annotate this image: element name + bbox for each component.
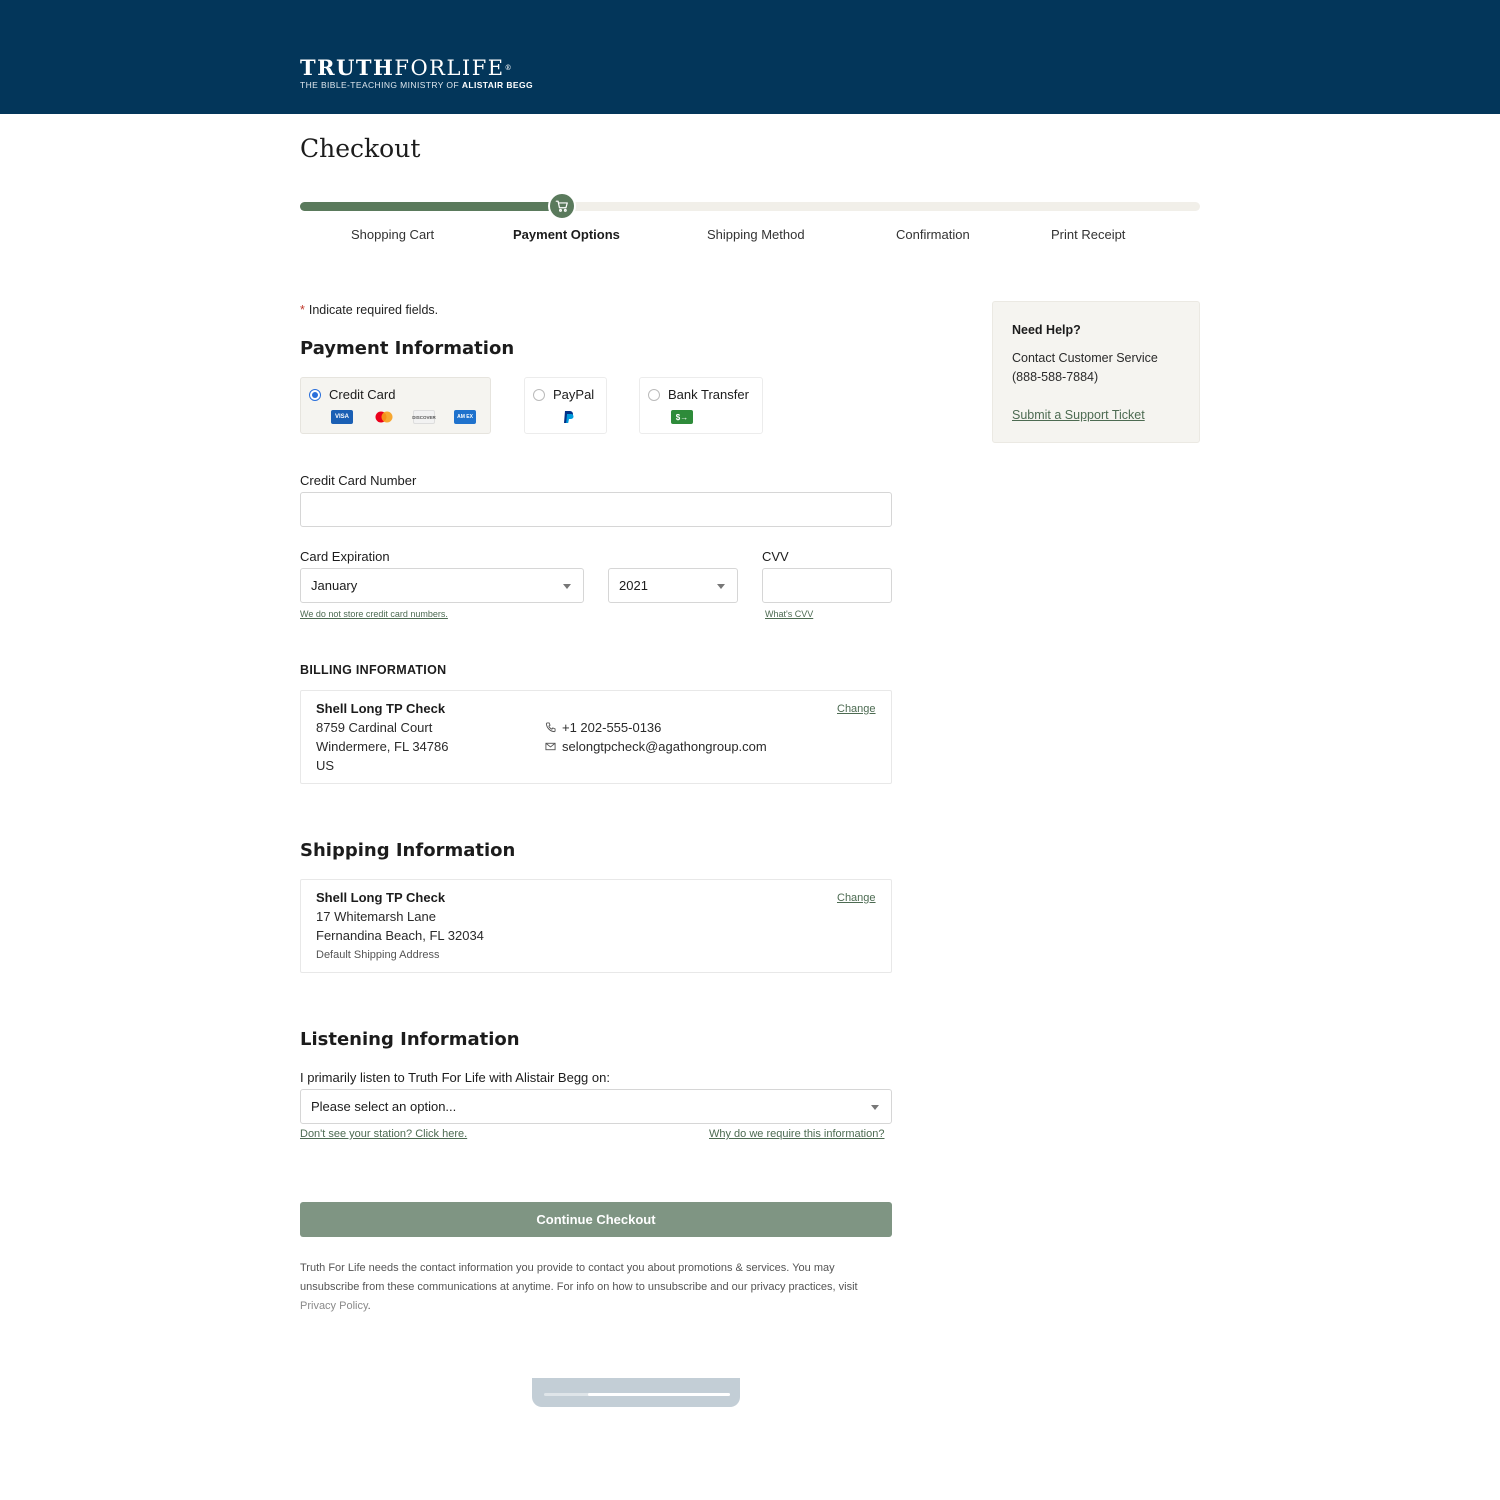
station-link[interactable]: Don't see your station? Click here. [300,1128,467,1140]
cvv-input[interactable] [762,568,892,603]
billing-country: US [316,758,335,773]
card-number-input[interactable] [300,492,892,527]
paypal-radio[interactable] [533,389,545,401]
shipping-name: Shell Long TP Check [316,890,446,905]
step-print-receipt: Print Receipt [1051,227,1126,242]
bottom-scrollbar[interactable] [544,1393,730,1396]
mastercard-icon [373,410,395,424]
shipping-change-link[interactable]: Change [837,892,876,904]
credit-card-radio[interactable] [309,389,321,401]
payment-option-bank-transfer[interactable]: Bank Transfer $→ [639,377,763,434]
shipping-address-card: Shell Long TP Check 17 Whitemarsh Lane F… [300,879,892,973]
shipping-default-note: Default Shipping Address [316,949,440,961]
exp-month-select[interactable]: January [300,568,584,603]
paypal-label: PayPal [553,387,595,402]
chevron-down-icon [871,1105,879,1110]
shipping-information-heading: Shipping Information [300,840,516,861]
shipping-street: 17 Whitemarsh Lane [316,909,436,924]
why-require-link[interactable]: Why do we require this information? [709,1128,884,1140]
billing-information-heading: BILLING INFORMATION [300,663,447,677]
mail-icon [545,742,556,751]
billing-street: 8759 Cardinal Court [316,720,433,735]
page-title: Checkout [300,134,421,163]
site-header: TRUTHFORLIFE® THE BIBLE-TEACHING MINISTR… [0,0,1500,114]
chevron-down-icon [563,584,571,589]
billing-change-link[interactable]: Change [837,703,876,715]
payment-option-paypal[interactable]: PayPal [524,377,607,434]
listening-select-value: Please select an option... [311,1099,457,1114]
credit-card-label: Credit Card [329,387,396,402]
checkout-steps: Shopping Cart Payment Options Shipping M… [0,227,1500,247]
billing-city: Windermere, FL 34786 [316,739,449,754]
chevron-down-icon [717,584,725,589]
bank-transfer-radio[interactable] [648,389,660,401]
step-confirmation: Confirmation [896,227,970,242]
privacy-policy-link[interactable]: Privacy Policy [300,1300,368,1312]
bank-transfer-icon: $→ [671,410,693,424]
logo-wordmark: TRUTHFORLIFE® [300,55,514,81]
cart-icon [548,192,576,220]
logo-tagline: THE BIBLE-TEACHING MINISTRY OF ALISTAIR … [300,80,533,90]
cvv-label: CVV [762,549,789,564]
discover-icon: DISCOVER [412,410,436,424]
help-title: Need Help? [1012,323,1081,337]
help-phone: (888-588-7884) [1012,370,1099,384]
whats-cvv-link[interactable]: What's CVV [765,609,813,619]
continue-checkout-button[interactable]: Continue Checkout [300,1202,892,1237]
listening-information-heading: Listening Information [300,1029,520,1050]
card-number-label: Credit Card Number [300,473,417,488]
payment-option-credit-card[interactable]: Credit Card VISA DISCOVER AM EX [300,377,491,434]
listening-select[interactable]: Please select an option... [300,1089,892,1124]
exp-year-value: 2021 [619,578,648,593]
bank-transfer-label: Bank Transfer [668,387,749,402]
bottom-scroll-widget [532,1378,740,1407]
help-contact-text: Contact Customer Service [1012,351,1158,365]
progress-fill [300,202,562,211]
phone-icon [545,722,556,733]
billing-address-card: Shell Long TP Check 8759 Cardinal Court … [300,690,892,784]
support-ticket-link[interactable]: Submit a Support Ticket [1012,408,1145,422]
exp-year-select[interactable]: 2021 [608,568,738,603]
step-payment-options[interactable]: Payment Options [513,227,620,242]
billing-email: selongtpcheck@agathongroup.com [562,739,767,754]
billing-email-row: selongtpcheck@agathongroup.com [545,739,767,754]
shipping-city: Fernandina Beach, FL 32034 [316,928,484,943]
step-shipping-method: Shipping Method [707,227,805,242]
need-help-panel: Need Help? Contact Customer Service (888… [992,301,1200,443]
billing-phone: +1 202-555-0136 [562,720,662,735]
listening-question-label: I primarily listen to Truth For Life wit… [300,1070,610,1085]
truth-for-life-logo[interactable]: TRUTHFORLIFE® THE BIBLE-TEACHING MINISTR… [300,55,533,91]
paypal-icon [557,410,579,424]
billing-phone-row: +1 202-555-0136 [545,720,661,735]
card-expiration-label: Card Expiration [300,549,390,564]
visa-icon: VISA [331,410,353,424]
amex-icon: AM EX [454,410,476,424]
checkout-progress-bar [300,202,1200,211]
no-store-card-link[interactable]: We do not store credit card numbers. [300,609,448,619]
required-star: * [300,303,305,317]
exp-month-value: January [311,578,358,593]
step-shopping-cart[interactable]: Shopping Cart [351,227,434,242]
payment-information-heading: Payment Information [300,338,515,359]
privacy-disclaimer: Truth For Life needs the contact informa… [300,1262,858,1312]
required-fields-note: * Indicate required fields. [300,303,439,317]
billing-name: Shell Long TP Check [316,701,446,716]
